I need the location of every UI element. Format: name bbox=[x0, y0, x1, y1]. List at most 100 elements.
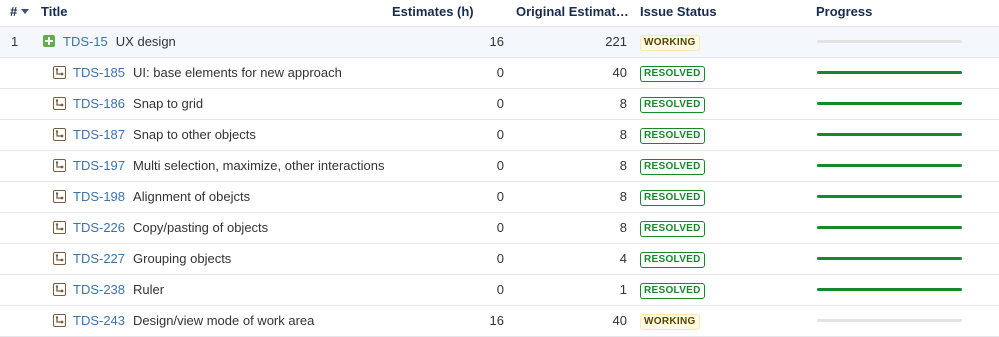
table-row[interactable]: TDS-238 Ruler 0 1 RESOLVED bbox=[0, 275, 999, 306]
subtask-icon bbox=[53, 314, 66, 328]
issue-title: TDS-227 Grouping objects bbox=[73, 244, 231, 274]
column-header-estimates[interactable]: Estimates (h) bbox=[392, 4, 474, 19]
original-estimate-value: 221 bbox=[605, 34, 627, 49]
subtask-icon bbox=[53, 128, 66, 142]
column-header-title[interactable]: Title bbox=[41, 4, 68, 19]
progress-bar bbox=[817, 164, 962, 167]
subtask-icon bbox=[53, 190, 66, 204]
row-number: 1 bbox=[11, 34, 19, 49]
status-badge: WORKING bbox=[640, 313, 700, 330]
issue-summary: Design/view mode of work area bbox=[133, 313, 315, 328]
subtask-icon bbox=[53, 283, 66, 297]
issue-key-link[interactable]: TDS-238 bbox=[73, 282, 125, 297]
estimate-value: 0 bbox=[496, 158, 504, 173]
issue-title: TDS-243 Design/view mode of work area bbox=[73, 306, 314, 336]
status-badge: RESOLVED bbox=[640, 127, 705, 144]
issue-summary: Alignment of obejcts bbox=[133, 189, 251, 204]
issue-summary: Multi selection, maximize, other interac… bbox=[133, 158, 385, 173]
status-badge-cell: RESOLVED bbox=[640, 58, 705, 88]
progress-bar-fill bbox=[817, 195, 962, 198]
estimate-value: 16 bbox=[489, 313, 504, 328]
estimate-value: 0 bbox=[496, 220, 504, 235]
table-row[interactable]: TDS-227 Grouping objects 0 4 RESOLVED bbox=[0, 244, 999, 275]
estimate-value: 16 bbox=[489, 34, 504, 49]
issue-key-link[interactable]: TDS-226 bbox=[73, 220, 125, 235]
original-estimate-value: 8 bbox=[619, 127, 627, 142]
issue-key-link[interactable]: TDS-227 bbox=[73, 251, 125, 266]
issue-summary: Ruler bbox=[133, 282, 165, 297]
estimate-value: 0 bbox=[496, 96, 504, 111]
table-row[interactable]: TDS-226 Copy/pasting of objects 0 8 RESOLVED bbox=[0, 213, 999, 244]
issue-key-link[interactable]: TDS-15 bbox=[63, 34, 108, 49]
original-estimate-value: 8 bbox=[619, 158, 627, 173]
issue-summary: Grouping objects bbox=[133, 251, 232, 266]
issue-key-link[interactable]: TDS-243 bbox=[73, 313, 125, 328]
progress-bar bbox=[817, 257, 962, 260]
progress-bar bbox=[817, 71, 962, 74]
table-row[interactable]: TDS-198 Alignment of obejcts 0 8 RESOLVED bbox=[0, 182, 999, 213]
sort-caret-icon[interactable] bbox=[21, 9, 30, 14]
table-header: # Title Estimates (h) Original Estimate … bbox=[0, 0, 999, 27]
subtask-icon bbox=[53, 221, 66, 235]
estimate-value: 0 bbox=[496, 282, 504, 297]
issue-key-link[interactable]: TDS-198 bbox=[73, 189, 125, 204]
original-estimate-value: 40 bbox=[612, 65, 627, 80]
progress-bar bbox=[817, 40, 962, 43]
estimate-value: 0 bbox=[496, 65, 504, 80]
table-row[interactable]: TDS-186 Snap to grid 0 8 RESOLVED bbox=[0, 89, 999, 120]
status-badge-cell: RESOLVED bbox=[640, 89, 705, 119]
column-header-number[interactable]: # bbox=[10, 4, 30, 19]
status-badge-cell: RESOLVED bbox=[640, 213, 705, 243]
issue-key-link[interactable]: TDS-187 bbox=[73, 127, 125, 142]
status-badge: RESOLVED bbox=[640, 220, 705, 237]
status-badge-cell: RESOLVED bbox=[640, 120, 705, 150]
progress-bar-fill bbox=[817, 164, 962, 167]
progress-bar bbox=[817, 133, 962, 136]
status-badge-cell: WORKING bbox=[640, 306, 700, 336]
issue-summary: Snap to grid bbox=[133, 96, 204, 111]
progress-bar bbox=[817, 319, 962, 322]
table-row-parent[interactable]: 1 TDS-15 UX design 16 221 WORKING bbox=[0, 27, 999, 58]
status-badge: RESOLVED bbox=[640, 158, 705, 175]
estimate-value: 0 bbox=[496, 251, 504, 266]
column-header-number-label: # bbox=[10, 4, 18, 19]
column-header-progress[interactable]: Progress bbox=[816, 4, 872, 19]
issue-key-link[interactable]: TDS-186 bbox=[73, 96, 125, 111]
progress-bar-fill bbox=[817, 71, 962, 74]
issue-key-link[interactable]: TDS-197 bbox=[73, 158, 125, 173]
original-estimate-value: 4 bbox=[619, 251, 627, 266]
progress-bar-fill bbox=[817, 102, 962, 105]
status-badge: RESOLVED bbox=[640, 189, 705, 206]
status-badge-cell: RESOLVED bbox=[640, 275, 705, 305]
issue-title: TDS-197 Multi selection, maximize, other … bbox=[73, 151, 384, 181]
progress-bar-fill bbox=[817, 226, 962, 229]
estimate-value: 0 bbox=[496, 127, 504, 142]
status-badge-cell: RESOLVED bbox=[640, 182, 705, 212]
table-row[interactable]: TDS-187 Snap to other objects 0 8 RESOLVED bbox=[0, 120, 999, 151]
status-badge-cell: WORKING bbox=[640, 27, 700, 57]
table-body: 1 TDS-15 UX design 16 221 WORKING TDS-185 UI: b… bbox=[0, 27, 999, 337]
issue-title: TDS-198 Alignment of obejcts bbox=[73, 182, 250, 212]
column-header-original-estimate[interactable]: Original Estimate (h) bbox=[516, 4, 632, 19]
table-row[interactable]: TDS-197 Multi selection, maximize, other … bbox=[0, 151, 999, 182]
original-estimate-value: 8 bbox=[619, 220, 627, 235]
issue-key-link[interactable]: TDS-185 bbox=[73, 65, 125, 80]
issue-summary: UX design bbox=[115, 34, 176, 49]
progress-bar-fill bbox=[817, 257, 962, 260]
issue-title: TDS-187 Snap to other objects bbox=[73, 120, 256, 150]
status-badge-cell: RESOLVED bbox=[640, 244, 705, 274]
table-row[interactable]: TDS-243 Design/view mode of work area 16 40… bbox=[0, 306, 999, 337]
subtask-icon bbox=[53, 97, 66, 111]
issue-title: TDS-185 UI: base elements for new approac… bbox=[73, 58, 342, 88]
issue-table: # Title Estimates (h) Original Estimate … bbox=[0, 0, 999, 337]
original-estimate-value: 40 bbox=[612, 313, 627, 328]
estimate-value: 0 bbox=[496, 189, 504, 204]
progress-bar bbox=[817, 288, 962, 291]
table-row[interactable]: TDS-185 UI: base elements for new approac… bbox=[0, 58, 999, 89]
progress-bar bbox=[817, 195, 962, 198]
issue-title: TDS-238 Ruler bbox=[73, 275, 164, 305]
status-badge: RESOLVED bbox=[640, 65, 705, 82]
issue-summary: UI: base elements for new approach bbox=[133, 65, 342, 80]
progress-bar-fill bbox=[817, 288, 962, 291]
column-header-issue-status[interactable]: Issue Status bbox=[640, 4, 717, 19]
